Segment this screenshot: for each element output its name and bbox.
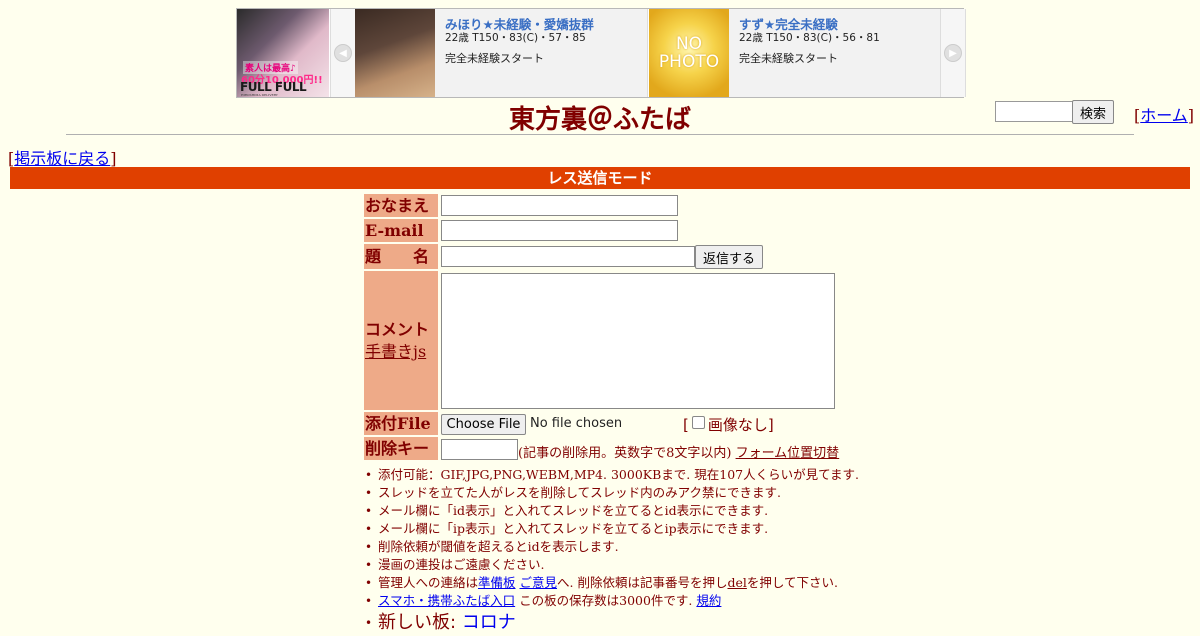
delete-key-label: 削除キー <box>364 437 438 460</box>
file-status: No file chosen <box>530 416 623 431</box>
list-item: 管理人への連絡は準備板 ご意見へ. 削除依頼は記事番号を押しdelを押して下さい… <box>364 574 924 592</box>
ad-card-photo: NO PHOTO <box>649 9 729 97</box>
form-position-toggle-link[interactable]: フォーム位置切替 <box>736 446 840 461</box>
notice-text: この板の保存数は3000件です. <box>515 593 693 608</box>
no-photo-text: NO PHOTO <box>658 34 720 72</box>
list-item: メール欄に「ip表示」と入れてスレッドを立てるとip表示にできます. <box>364 520 924 538</box>
chevron-right-icon: ▶ <box>944 44 962 62</box>
ad-banner[interactable]: 素人は最高♪ 60分10,000円!! FULL FULL HIROSHIMA … <box>236 8 966 98</box>
home-link[interactable]: ホーム <box>1140 106 1188 125</box>
search-button[interactable]: 検索 <box>1072 100 1114 124</box>
back-to-board-link[interactable]: 掲示板に戻る <box>14 149 110 168</box>
reply-mode-bar: レス送信モード <box>10 167 1190 189</box>
ad-logo-brand: FULL FULL <box>240 80 307 94</box>
ad-card-tag: 完全未経験スタート <box>445 52 544 65</box>
file-label: 添付File <box>364 412 438 435</box>
ad-prev-button[interactable]: ◀ <box>330 9 356 97</box>
search-input[interactable] <box>995 101 1077 122</box>
list-item: スマホ・携帯ふたば入口 この板の保存数は3000件です. 規約 <box>364 592 924 610</box>
choose-file-button[interactable]: Choose File <box>441 414 526 435</box>
ad-card[interactable]: みほり★未経験・愛嬌抜群 22歳 T150・83(C)・57・85 完全未経験ス… <box>355 9 648 97</box>
subject-label: 題 名 <box>364 244 438 269</box>
ad-card-photo <box>355 9 435 97</box>
ad-card-tag: 完全未経験スタート <box>739 52 838 65</box>
subject-field[interactable] <box>441 246 695 267</box>
ad-card-stats: 22歳 T150・83(C)・56・81 <box>739 32 880 44</box>
comment-textarea[interactable] <box>441 273 835 409</box>
list-item: 削除依頼が閾値を超えるとidを表示します. <box>364 538 924 556</box>
terms-link[interactable]: 規約 <box>696 593 721 608</box>
back-nav: [掲示板に戻る] <box>8 149 117 168</box>
comment-label: コメント <box>365 320 430 339</box>
name-label: おなまえ <box>364 194 438 217</box>
list-item: メール欄に「id表示」と入れてスレッドを立てるとid表示にできます. <box>364 502 924 520</box>
mobile-entry-link[interactable]: スマホ・携帯ふたば入口 <box>378 593 515 608</box>
handwrite-js-link[interactable]: 手書きjs <box>365 342 426 361</box>
no-image-option: [画像なし] <box>683 416 774 434</box>
email-label: E-mail <box>364 219 438 242</box>
chevron-left-icon: ◀ <box>334 44 352 62</box>
delete-key-hint: (記事の削除用。英数字で8文字以内) <box>518 446 732 461</box>
list-item: スレッドを立てた人がレスを削除してスレッド内のみアク禁にできます. <box>364 484 924 502</box>
feedback-link[interactable]: ご意見 <box>520 575 558 590</box>
ad-next-button[interactable]: ▶ <box>940 9 966 97</box>
submit-reply-button[interactable]: 返信する <box>695 245 763 269</box>
notice-list: 添付可能：GIF,JPG,PNG,WEBM,MP4. 3000KBまで. 現在1… <box>364 466 924 636</box>
delete-key-field[interactable] <box>441 439 518 460</box>
notice-text: 管理人への連絡は <box>378 575 479 590</box>
notice-text: を押して下さい. <box>746 575 838 590</box>
name-field[interactable] <box>441 195 678 216</box>
prep-board-link[interactable]: 準備板 <box>478 575 516 590</box>
list-item: 添付可能：GIF,JPG,PNG,WEBM,MP4. 3000KBまで. 現在1… <box>364 466 924 484</box>
header-divider <box>66 134 1134 135</box>
ad-card-stats: 22歳 T150・83(C)・57・85 <box>445 32 586 44</box>
ad-card[interactable]: NO PHOTO すず★完全未経験 22歳 T150・83(C)・56・81 完… <box>649 9 942 97</box>
comment-label-cell: コメント 手書きjs <box>364 271 438 410</box>
home-nav: [ホーム] <box>1134 106 1195 125</box>
ad-logo-image[interactable]: 素人は最高♪ 60分10,000円!! FULL FULL HIROSHIMA … <box>237 9 329 97</box>
notice-text: へ. 削除依頼は記事番号を押し <box>557 575 728 590</box>
del-link[interactable]: del <box>727 575 746 590</box>
email-field[interactable] <box>441 220 678 241</box>
ad-logo-sub: HIROSHIMA DELIVERY <box>241 93 278 97</box>
list-item: 漫画の連投はご遠慮ください. <box>364 556 924 574</box>
no-image-label: 画像なし <box>707 416 768 434</box>
delete-key-note: (記事の削除用。英数字で8文字以内) フォーム位置切替 <box>518 442 839 461</box>
list-item: 新しい板: コロナ <box>364 610 924 636</box>
no-image-checkbox[interactable] <box>691 416 705 429</box>
